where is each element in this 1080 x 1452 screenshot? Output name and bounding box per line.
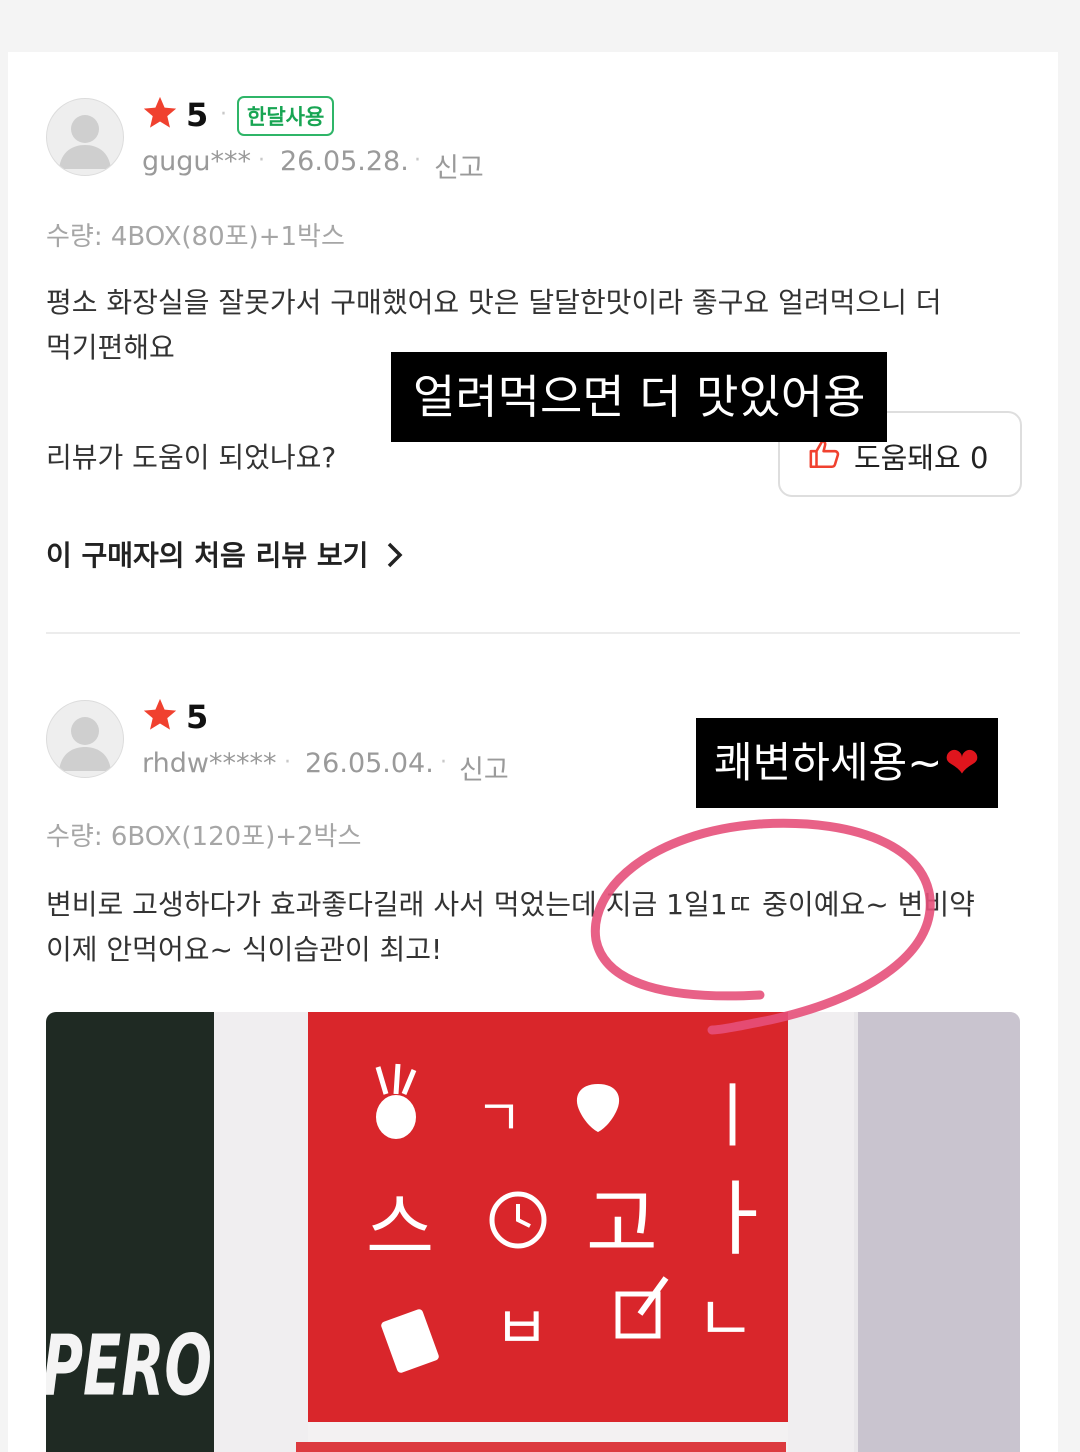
review-photo[interactable]: ㄱ ㅣ 스 고 ㅏ ㅂ ㄴ PERO — [46, 1012, 1020, 1452]
separator-dot: · — [414, 148, 421, 173]
separator-dot: · — [220, 102, 227, 127]
purchase-quantity: 수량: 6BOX(120포)+2박스 — [46, 822, 362, 852]
caption-text: 쾌변하세용~ — [714, 738, 943, 787]
separator-dot: · — [258, 148, 265, 173]
separator-dot: · — [284, 750, 291, 775]
review-text-line: 평소 화장실을 잘못가서 구매했어요 맛은 달달한맛이라 좋구요 얼려먹으니 더 — [46, 286, 942, 319]
username: gugu*** — [142, 146, 252, 177]
sign-letter: ㅣ — [700, 1075, 765, 1157]
purchase-quantity: 수량: 4BOX(80포)+1박스 — [46, 222, 345, 252]
separator-dot: · — [440, 750, 447, 775]
sign-letter: ㅂ — [494, 1294, 550, 1364]
caption-overlay: 얼려먹으면 더 맛있어용 — [391, 352, 888, 442]
review-text: 변비로 고생하다가 효과좋다길래 사서 먹었는데 지금 1일1ㄸ 중이예요~ 변… — [46, 882, 975, 972]
user-avatar-icon — [46, 700, 124, 778]
helpful-question: 리뷰가 도움이 되었나요? — [46, 441, 337, 474]
rating-value: 5 — [186, 698, 209, 736]
caption-overlay: 쾌변하세용~❤ — [696, 718, 998, 808]
caption-text: 얼려먹으면 더 맛있어용 — [413, 370, 866, 424]
usage-badge: 한달사용 — [237, 96, 335, 136]
side-text: PERO — [46, 1317, 213, 1416]
star-icon — [143, 96, 177, 128]
chevron-right-icon — [387, 542, 403, 568]
sign-letter: 고 — [586, 1180, 658, 1270]
rating-value: 5 — [186, 96, 209, 134]
review-text-line: 변비로 고생하다가 효과좋다길래 사서 먹었는데 지금 1일1ㄸ 중이예요~ 변… — [46, 888, 975, 921]
sign-letter: ㅏ — [700, 1172, 776, 1267]
review-text-line: 이제 안먹어요~ 식이습관이 최고! — [46, 933, 443, 966]
sign-letter: ㄴ — [696, 1283, 755, 1357]
username: rhdw***** — [142, 748, 277, 779]
sign-letter: 스 — [366, 1185, 435, 1271]
review-date: 26.05.28. — [280, 146, 409, 177]
thumbs-up-icon — [809, 439, 840, 469]
review-divider — [46, 632, 1020, 634]
review-date: 26.05.04. — [305, 748, 434, 779]
report-link[interactable]: 신고 — [459, 748, 509, 787]
sign-letter: ㄱ — [476, 1089, 522, 1147]
report-link[interactable]: 신고 — [434, 146, 484, 185]
first-review-link[interactable]: 이 구매자의 처음 리뷰 보기 — [46, 534, 406, 574]
heart-icon: ❤ — [944, 738, 980, 787]
star-icon — [143, 698, 177, 730]
first-review-label: 이 구매자의 처음 리뷰 보기 — [46, 539, 369, 572]
user-avatar-icon — [46, 98, 124, 176]
